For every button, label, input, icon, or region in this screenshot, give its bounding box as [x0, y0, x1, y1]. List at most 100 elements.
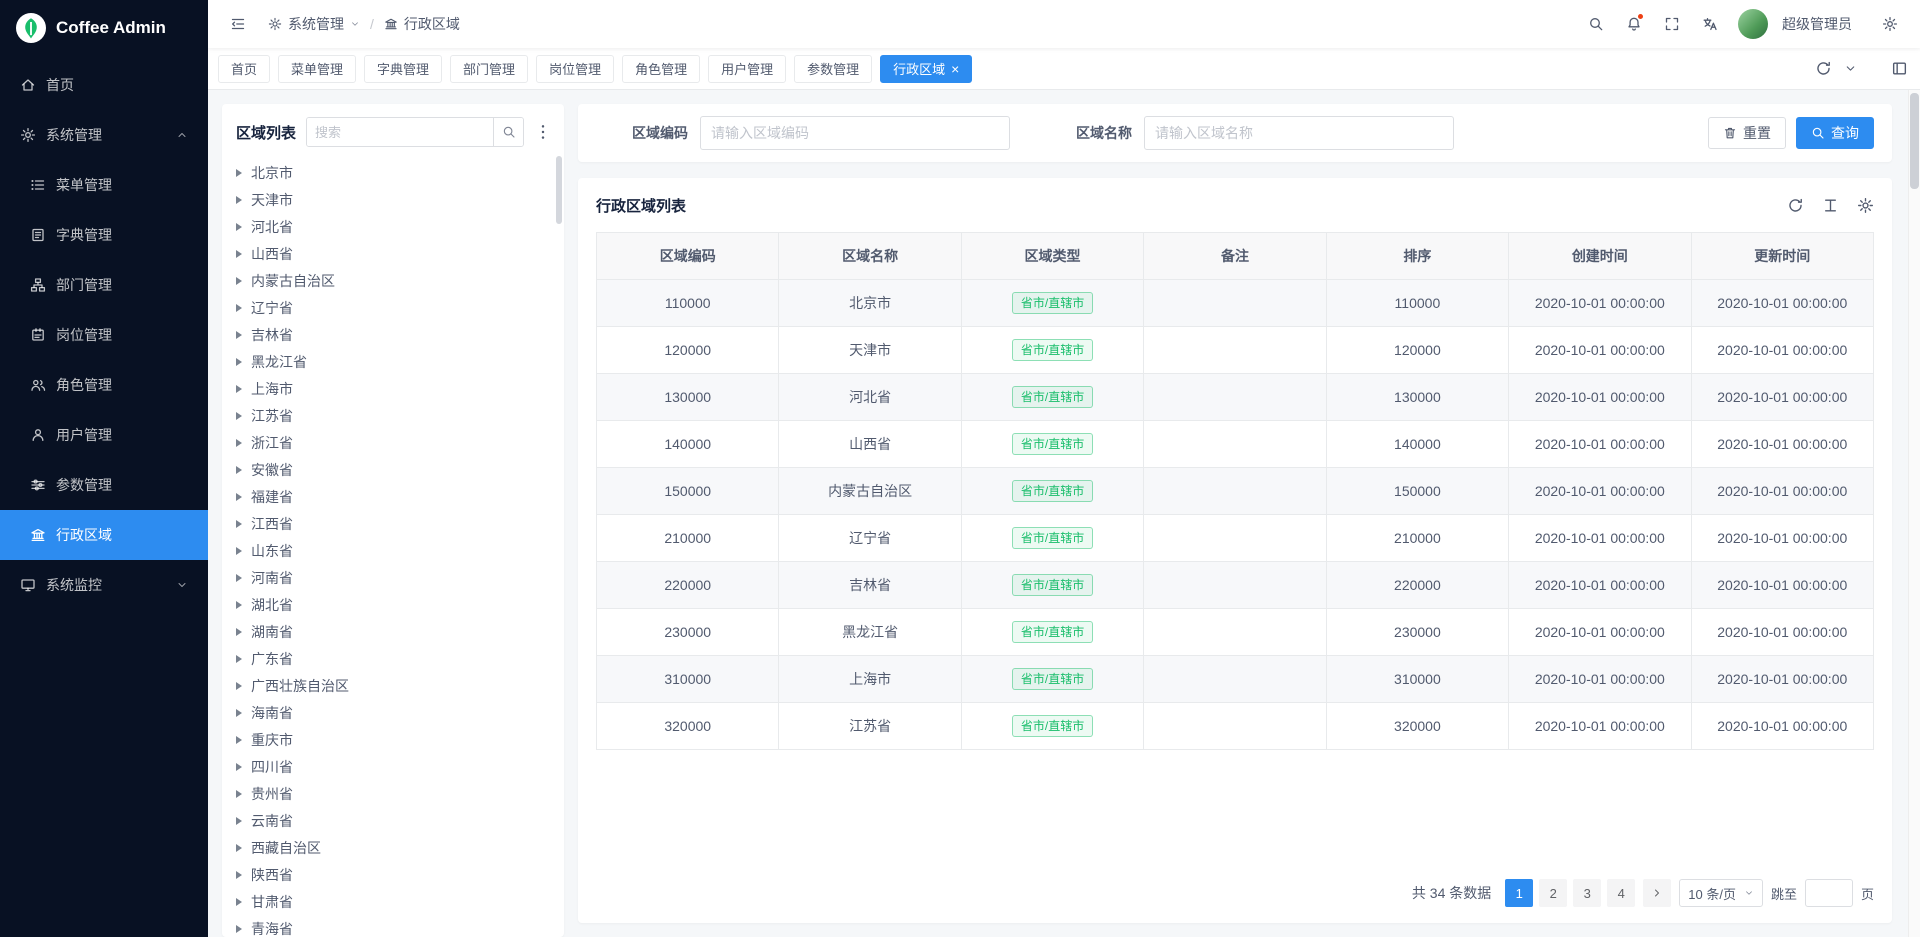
tree-node[interactable]: 青海省 [222, 915, 564, 937]
caret-right-icon[interactable] [236, 736, 242, 744]
tree-node[interactable]: 河南省 [222, 564, 564, 591]
row-height-icon[interactable] [1822, 197, 1839, 214]
region-code-input[interactable] [700, 116, 1010, 150]
user-name[interactable]: 超级管理员 [1782, 14, 1852, 34]
caret-right-icon[interactable] [236, 331, 242, 339]
page-tab[interactable]: 首页 × [218, 55, 270, 83]
tree-node[interactable]: 内蒙古自治区 [222, 267, 564, 294]
sidebar-subitem[interactable]: 用户管理 [0, 410, 208, 460]
tree-node[interactable]: 天津市 [222, 186, 564, 213]
page-number-button[interactable]: 4 [1607, 879, 1635, 907]
vertical-scrollbar[interactable] [1908, 90, 1920, 937]
caret-right-icon[interactable] [236, 844, 242, 852]
caret-right-icon[interactable] [236, 682, 242, 690]
caret-right-icon[interactable] [236, 547, 242, 555]
caret-right-icon[interactable] [236, 439, 242, 447]
more-options-icon[interactable] [534, 123, 552, 141]
page-tab[interactable]: 角色管理 × [622, 55, 700, 83]
tree-node[interactable]: 重庆市 [222, 726, 564, 753]
caret-right-icon[interactable] [236, 196, 242, 204]
tree-node[interactable]: 浙江省 [222, 429, 564, 456]
tree-node[interactable]: 四川省 [222, 753, 564, 780]
caret-right-icon[interactable] [236, 763, 242, 771]
caret-right-icon[interactable] [236, 655, 242, 663]
tree-node[interactable]: 陕西省 [222, 861, 564, 888]
sidebar-item-home[interactable]: 首页 [0, 60, 208, 110]
tree-node[interactable]: 山东省 [222, 537, 564, 564]
caret-right-icon[interactable] [236, 925, 242, 933]
page-tab[interactable]: 菜单管理 × [278, 55, 356, 83]
tab-close-icon[interactable]: × [951, 62, 959, 76]
translate-button[interactable] [1694, 8, 1726, 40]
tree-node[interactable]: 广东省 [222, 645, 564, 672]
caret-right-icon[interactable] [236, 898, 242, 906]
layout-frame-icon[interactable] [1891, 60, 1908, 77]
page-number-button[interactable]: 3 [1573, 879, 1601, 907]
tree-search-input[interactable] [307, 118, 493, 146]
caret-right-icon[interactable] [236, 520, 242, 528]
region-name-input[interactable] [1144, 116, 1454, 150]
reset-button[interactable]: 重置 [1708, 117, 1786, 149]
caret-right-icon[interactable] [236, 250, 242, 258]
tree-node[interactable]: 吉林省 [222, 321, 564, 348]
tree-node[interactable]: 湖南省 [222, 618, 564, 645]
tree-node[interactable]: 西藏自治区 [222, 834, 564, 861]
tree-node[interactable]: 贵州省 [222, 780, 564, 807]
caret-right-icon[interactable] [236, 493, 242, 501]
tree-node[interactable]: 福建省 [222, 483, 564, 510]
tree-node[interactable]: 河北省 [222, 213, 564, 240]
tabs-menu-chevron-down-icon[interactable] [1844, 62, 1857, 75]
page-number-button[interactable]: 2 [1539, 879, 1567, 907]
breadcrumb-item-region[interactable]: 行政区域 [384, 14, 460, 34]
tree-node[interactable]: 湖北省 [222, 591, 564, 618]
jump-to-page-input[interactable] [1805, 879, 1853, 907]
refresh-icon[interactable] [1787, 197, 1804, 214]
tree-node[interactable]: 江苏省 [222, 402, 564, 429]
tree-node[interactable]: 甘肃省 [222, 888, 564, 915]
caret-right-icon[interactable] [236, 709, 242, 717]
fullscreen-button[interactable] [1656, 8, 1688, 40]
next-page-button[interactable] [1643, 879, 1671, 907]
collapse-sidebar-button[interactable] [222, 8, 254, 40]
theme-settings-button[interactable] [1874, 8, 1906, 40]
notifications-button[interactable] [1618, 8, 1650, 40]
refresh-tabs-icon[interactable] [1815, 60, 1832, 77]
tree-node[interactable]: 上海市 [222, 375, 564, 402]
query-button[interactable]: 查询 [1796, 117, 1874, 149]
page-size-select[interactable]: 10 条/页 [1679, 879, 1763, 907]
breadcrumb-item-system[interactable]: 系统管理 [268, 14, 360, 34]
sidebar-subitem[interactable]: 角色管理 [0, 360, 208, 410]
sidebar-subitem[interactable]: 部门管理 [0, 260, 208, 310]
tree-node[interactable]: 北京市 [222, 159, 564, 186]
sidebar-subitem[interactable]: 字典管理 [0, 210, 208, 260]
caret-right-icon[interactable] [236, 574, 242, 582]
sidebar-subitem[interactable]: 岗位管理 [0, 310, 208, 360]
page-tab[interactable]: 行政区域 × [880, 55, 972, 83]
tree-node[interactable]: 黑龙江省 [222, 348, 564, 375]
page-number-button[interactable]: 1 [1505, 879, 1533, 907]
caret-right-icon[interactable] [236, 628, 242, 636]
sidebar-subitem[interactable]: 参数管理 [0, 460, 208, 510]
scrollbar-thumb[interactable] [1910, 93, 1919, 189]
page-tab[interactable]: 用户管理 × [708, 55, 786, 83]
caret-right-icon[interactable] [236, 169, 242, 177]
caret-right-icon[interactable] [236, 871, 242, 879]
caret-right-icon[interactable] [236, 466, 242, 474]
caret-right-icon[interactable] [236, 412, 242, 420]
page-tab[interactable]: 参数管理 × [794, 55, 872, 83]
sidebar-subitem[interactable]: 行政区域 [0, 510, 208, 560]
user-avatar[interactable] [1738, 9, 1768, 39]
tree-node[interactable]: 海南省 [222, 699, 564, 726]
column-settings-gear-icon[interactable] [1857, 197, 1874, 214]
caret-right-icon[interactable] [236, 277, 242, 285]
page-tab[interactable]: 字典管理 × [364, 55, 442, 83]
caret-right-icon[interactable] [236, 385, 242, 393]
tree-node[interactable]: 辽宁省 [222, 294, 564, 321]
caret-right-icon[interactable] [236, 304, 242, 312]
tree-search-button[interactable] [493, 118, 523, 146]
sidebar-subitem[interactable]: 菜单管理 [0, 160, 208, 210]
tree-node[interactable]: 山西省 [222, 240, 564, 267]
tree-node[interactable]: 安徽省 [222, 456, 564, 483]
caret-right-icon[interactable] [236, 601, 242, 609]
page-tab[interactable]: 岗位管理 × [536, 55, 614, 83]
